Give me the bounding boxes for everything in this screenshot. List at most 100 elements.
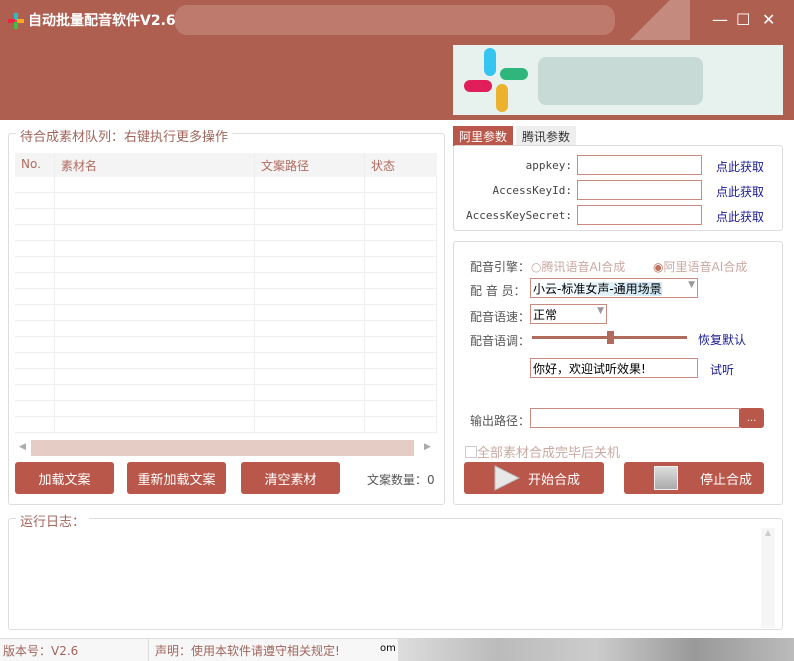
- key-input[interactable]: [577, 180, 702, 200]
- checkbox-icon: [465, 446, 477, 458]
- table-cell: [255, 401, 365, 416]
- notice-text: 声明：使用本软件请遵守相关规定!: [148, 638, 346, 661]
- table-cell: [15, 337, 55, 352]
- tab-ali[interactable]: 阿里参数: [453, 126, 514, 146]
- table-row[interactable]: [15, 369, 437, 385]
- table-cell: [255, 289, 365, 304]
- maximize-button[interactable]: ☐: [736, 10, 750, 29]
- table-cell: [255, 241, 365, 256]
- log-scrollbar[interactable]: ▲: [761, 528, 775, 628]
- pitch-slider-thumb[interactable]: [606, 331, 614, 344]
- log-panel[interactable]: [8, 518, 783, 630]
- table-cell: [55, 225, 255, 240]
- scroll-right-icon[interactable]: ▶: [424, 442, 431, 452]
- key-label: AccessKeyId:: [492, 184, 572, 197]
- table-row[interactable]: [15, 337, 437, 353]
- table-cell: [365, 241, 437, 256]
- queue-table[interactable]: No. 素材名 文案路径 状态: [15, 153, 437, 440]
- output-path-input[interactable]: [530, 408, 740, 428]
- start-button[interactable]: 开始合成: [464, 462, 604, 494]
- table-cell: [15, 401, 55, 416]
- blurred-area: [398, 638, 794, 661]
- play-icon: [494, 465, 521, 491]
- table-row[interactable]: [15, 273, 437, 289]
- voice-label: 配 音 员：: [470, 284, 526, 298]
- table-cell: [255, 273, 365, 288]
- table-row[interactable]: [15, 321, 437, 337]
- radio-checked-icon: ◉: [653, 260, 664, 274]
- get-key-link[interactable]: 点此获取: [716, 183, 764, 200]
- col-status[interactable]: 状态: [365, 153, 437, 177]
- get-key-link[interactable]: 点此获取: [716, 208, 764, 225]
- minimize-button[interactable]: —: [712, 10, 728, 29]
- table-cell: [365, 353, 437, 368]
- chevron-down-icon: ▼: [688, 280, 695, 290]
- engine-radio-ali[interactable]: ◉阿里语音AI合成: [653, 258, 747, 275]
- listen-link[interactable]: 试听: [710, 361, 734, 378]
- reload-button[interactable]: 重新加载文案: [127, 462, 226, 494]
- clear-button[interactable]: 清空素材: [241, 462, 340, 494]
- engine-radio-tencent[interactable]: ○腾讯语音AI合成: [531, 258, 625, 275]
- table-cell: [55, 193, 255, 208]
- table-cell: [55, 289, 255, 304]
- table-cell: [55, 417, 255, 432]
- close-button[interactable]: ✕: [762, 10, 775, 29]
- table-row[interactable]: [15, 193, 437, 209]
- load-button[interactable]: 加载文案: [15, 462, 114, 494]
- table-row[interactable]: [15, 257, 437, 273]
- speed-select[interactable]: 正常 ▼: [530, 304, 607, 324]
- col-no[interactable]: No.: [15, 153, 55, 177]
- table-row[interactable]: [15, 385, 437, 401]
- table-cell: [15, 417, 55, 432]
- table-cell: [365, 209, 437, 224]
- table-cell: [365, 321, 437, 336]
- shutdown-label: 全部素材合成完毕后关机: [477, 446, 621, 461]
- engine-label: 配音引擎：: [470, 260, 531, 274]
- scroll-left-icon[interactable]: ◀: [19, 442, 26, 452]
- slack-logo-icon: [464, 48, 528, 112]
- table-cell: [15, 353, 55, 368]
- table-cell: [365, 305, 437, 320]
- table-cell: [365, 273, 437, 288]
- shutdown-checkbox[interactable]: 全部素材合成完毕后关机: [465, 442, 620, 461]
- log-label: 运行日志：: [16, 511, 90, 530]
- table-row[interactable]: [15, 417, 437, 433]
- voice-select[interactable]: 小云-标准女声-通用场景 ▼: [530, 278, 698, 298]
- table-cell: [55, 241, 255, 256]
- table-row[interactable]: [15, 225, 437, 241]
- table-cell: [365, 225, 437, 240]
- table-cell: [55, 401, 255, 416]
- key-input[interactable]: [577, 155, 702, 175]
- reset-link[interactable]: 恢复默认: [698, 331, 746, 348]
- table-cell: [15, 241, 55, 256]
- table-cell: [365, 289, 437, 304]
- get-key-link[interactable]: 点此获取: [716, 158, 764, 175]
- table-cell: [15, 305, 55, 320]
- table-row[interactable]: [15, 289, 437, 305]
- tab-tencent[interactable]: 腾讯参数: [516, 126, 577, 146]
- table-row[interactable]: [15, 401, 437, 417]
- col-name[interactable]: 素材名: [55, 153, 255, 177]
- version-text: 版本号：V2.6: [3, 644, 79, 658]
- key-input[interactable]: [577, 205, 702, 225]
- count-value: 0: [427, 473, 435, 487]
- col-path[interactable]: 文案路径: [255, 153, 365, 177]
- table-row[interactable]: [15, 177, 437, 193]
- table-cell: [255, 385, 365, 400]
- horizontal-scrollbar[interactable]: [31, 440, 414, 456]
- stop-button[interactable]: 停止合成: [624, 462, 764, 494]
- stop-icon: [654, 466, 678, 490]
- table-cell: [365, 193, 437, 208]
- table-row[interactable]: [15, 305, 437, 321]
- table-row[interactable]: [15, 353, 437, 369]
- window-title: 自动批量配音软件V2.6: [28, 13, 176, 29]
- table-cell: [15, 289, 55, 304]
- table-row[interactable]: [15, 241, 437, 257]
- browse-button[interactable]: ...: [739, 408, 764, 428]
- table-cell: [255, 225, 365, 240]
- preview-text-input[interactable]: 你好，欢迎试听效果!: [530, 358, 698, 378]
- key-label: appkey:: [525, 159, 572, 172]
- table-cell: [15, 177, 55, 192]
- output-label: 输出路径：: [470, 414, 531, 428]
- table-row[interactable]: [15, 209, 437, 225]
